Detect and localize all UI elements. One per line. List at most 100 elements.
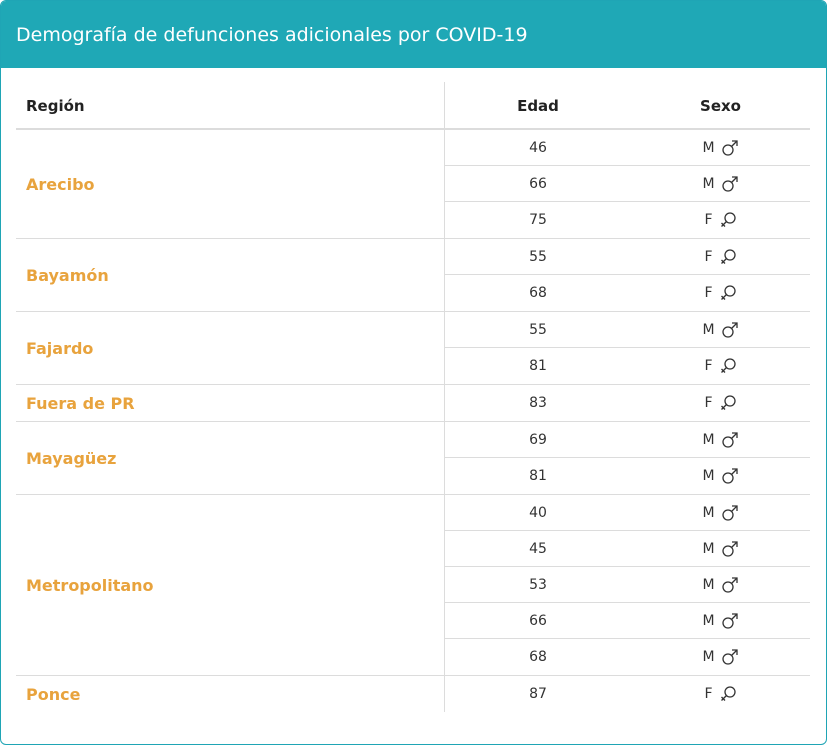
table-row: 83 F [445,385,810,421]
demographics-table: Región Edad Sexo Arecibo 46 M 66 M 75 F Bayamón… [16,82,810,712]
female-icon [719,284,737,302]
sex-cell: M [631,612,810,630]
region-group: Ponce 87 F [16,676,810,712]
sex-cell: F [631,211,810,229]
region-cell: Ponce [16,676,445,712]
table-row: 55 F [445,239,810,275]
sex-cell: F [631,685,810,703]
column-header-sex: Sexo [700,96,741,115]
female-icon [719,357,737,375]
region-rows: 40 M 45 M 53 M 66 M 68 M [445,495,810,675]
sex-cell: F [631,357,810,375]
age-cell: 87 [529,686,547,702]
female-icon [719,685,737,703]
sex-cell: M [631,431,810,449]
age-cell: 53 [529,576,547,593]
region-rows: 69 M 81 M [445,422,810,494]
male-icon [721,540,739,558]
table-body: Arecibo 46 M 66 M 75 F Bayamón 55 F 68 F Fajardo 55 M 8… [16,130,810,712]
table-row: 55 M [445,312,810,348]
sex-cell: M [631,139,810,157]
age-cell: 40 [529,504,547,521]
sex-label: M [702,540,715,557]
table-row: 68 M [445,639,810,675]
male-icon [721,648,739,666]
sex-label: M [702,468,715,484]
table-header-row: Región Edad Sexo [16,82,810,130]
sex-cell: F [631,248,810,266]
sex-cell: M [631,175,810,193]
female-icon [719,211,737,229]
sex-label: M [702,504,715,521]
sex-cell: M [631,504,810,522]
sex-label: M [702,175,715,192]
age-cell: 46 [529,139,547,156]
region-cell: Fajardo [16,312,445,384]
age-cell: 68 [529,285,547,301]
sex-label: M [702,321,715,338]
sex-cell: M [631,467,810,485]
region-cell: Bayamón [16,239,445,311]
sex-label: F [704,248,713,265]
sex-cell: M [631,648,810,666]
region-group: Fuera de PR 83 F [16,385,810,422]
table-row: 75 F [445,202,810,238]
sex-cell: M [631,321,810,339]
sex-label: M [702,649,715,665]
sex-cell: M [631,540,810,558]
sex-label: F [704,686,713,702]
sex-label: F [704,358,713,374]
male-icon [721,576,739,594]
column-header-region: Región [16,82,445,129]
sex-label: F [704,285,713,301]
male-icon [721,504,739,522]
region-cell: Arecibo [16,130,445,238]
sex-cell: F [631,284,810,302]
region-rows: 83 F [445,385,810,421]
table-row: 81 F [445,348,810,384]
region-cell: Mayagüez [16,422,445,494]
region-cell: Metropolitano [16,495,445,675]
age-cell: 55 [529,321,547,338]
region-group: Mayagüez 69 M 81 M [16,422,810,495]
table-row: 40 M [445,495,810,531]
region-group: Metropolitano 40 M 45 M 53 M 66 M 68 M [16,495,810,676]
age-cell: 68 [529,649,547,665]
region-group: Arecibo 46 M 66 M 75 F [16,130,810,239]
age-cell: 81 [529,468,547,484]
age-cell: 66 [529,175,547,192]
table-row: 69 M [445,422,810,458]
age-cell: 75 [529,212,547,228]
male-icon [721,139,739,157]
female-icon [719,248,737,266]
table-row: 53 M [445,567,810,603]
sex-label: M [702,431,715,448]
male-icon [721,612,739,630]
card-title: Demografía de defunciones adicionales po… [16,23,528,46]
age-cell: 55 [529,248,547,265]
age-cell: 83 [529,395,547,411]
table-row: 66 M [445,166,810,202]
sex-label: F [704,212,713,228]
region-rows: 55 F 68 F [445,239,810,311]
region-cell: Fuera de PR [16,385,445,421]
table-row: 45 M [445,531,810,567]
sex-label: M [702,576,715,593]
sex-label: M [702,612,715,629]
card-header: Demografía de defunciones adicionales po… [1,1,826,68]
sex-label: F [704,395,713,411]
table-row: 46 M [445,130,810,166]
region-rows: 87 F [445,676,810,712]
age-cell: 69 [529,431,547,448]
region-group: Fajardo 55 M 81 F [16,312,810,385]
age-cell: 81 [529,358,547,374]
male-icon [721,467,739,485]
region-group: Bayamón 55 F 68 F [16,239,810,312]
female-icon [719,394,737,412]
male-icon [721,431,739,449]
column-header-age: Edad [517,96,559,115]
demographics-card: Demografía de defunciones adicionales po… [0,0,827,745]
table-row: 66 M [445,603,810,639]
region-rows: 55 M 81 F [445,312,810,384]
table-row: 68 F [445,275,810,311]
